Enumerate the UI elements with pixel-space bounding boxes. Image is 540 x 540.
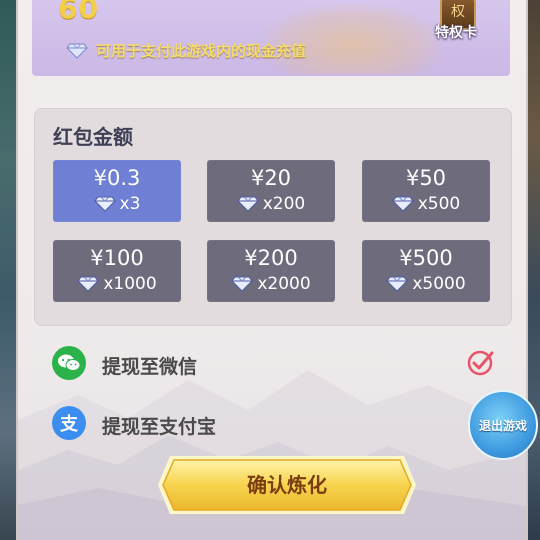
option-price: ¥200 — [244, 246, 298, 270]
amount-option-500[interactable]: ¥500 x5000 — [362, 240, 490, 302]
diamond-icon — [237, 196, 259, 212]
option-gems: x500 — [417, 194, 461, 214]
balance-value: 60 — [58, 0, 99, 25]
withdraw-panel: 60 可用于支付此游戏内的现金充值 权 特权卡 红包金额 ¥0.3 x3 ¥20 — [16, 0, 528, 540]
option-price: ¥20 — [250, 166, 292, 190]
amount-option-0.3[interactable]: ¥0.3 x3 — [53, 160, 181, 222]
option-gems: x5000 — [412, 274, 466, 294]
amount-option-100[interactable]: ¥100 x1000 — [53, 240, 181, 302]
balance-banner: 60 可用于支付此游戏内的现金充值 权 特权卡 — [32, 0, 510, 76]
option-gems: x200 — [262, 194, 306, 214]
diamond-icon — [77, 276, 99, 292]
diamond-icon — [392, 196, 414, 212]
alipay-icon: 支 — [52, 406, 86, 440]
diamond-icon — [66, 43, 88, 59]
balance-info-text: 可用于支付此游戏内的现金充值 — [96, 42, 307, 60]
amount-title: 红包金额 — [53, 125, 133, 149]
diamond-icon — [386, 276, 408, 292]
confirm-button[interactable]: 确认炼化 — [156, 454, 418, 516]
balance-info: 可用于支付此游戏内的现金充值 — [66, 40, 306, 61]
amount-option-50[interactable]: ¥50 x500 — [362, 160, 490, 222]
alipay-label: 提现至支付宝 — [102, 416, 217, 438]
privilege-label: 特权卡 — [435, 25, 477, 41]
withdraw-wechat-option[interactable]: 提现至微信 — [50, 344, 510, 384]
gold-pile-decoration — [262, 4, 442, 74]
amount-option-20[interactable]: ¥20 x200 — [207, 160, 335, 222]
wechat-icon — [52, 346, 86, 380]
withdraw-alipay-option[interactable]: 支 提现至支付宝 — [50, 404, 510, 444]
wechat-label: 提现至微信 — [102, 356, 198, 378]
option-price: ¥500 — [399, 246, 453, 270]
option-price: ¥100 — [90, 246, 144, 270]
amount-option-200[interactable]: ¥200 x2000 — [207, 240, 335, 302]
option-gems: x1000 — [103, 274, 157, 294]
option-gems: x2000 — [257, 274, 311, 294]
privilege-card-button[interactable]: 权 特权卡 — [420, 0, 492, 42]
exit-game-button[interactable]: 退出游戏 — [468, 390, 538, 460]
diamond-icon — [93, 196, 116, 212]
option-gems: x3 — [119, 194, 141, 214]
selected-check-icon — [467, 350, 494, 376]
confirm-label: 确认炼化 — [247, 473, 327, 497]
amount-section: 红包金额 ¥0.3 x3 ¥20 x200 ¥50 x500 ¥100 x100… — [34, 108, 512, 326]
exit-game-label: 退出游戏 — [478, 418, 527, 433]
option-price: ¥0.3 — [93, 166, 141, 190]
diamond-icon — [231, 276, 253, 292]
option-price: ¥50 — [405, 166, 447, 190]
